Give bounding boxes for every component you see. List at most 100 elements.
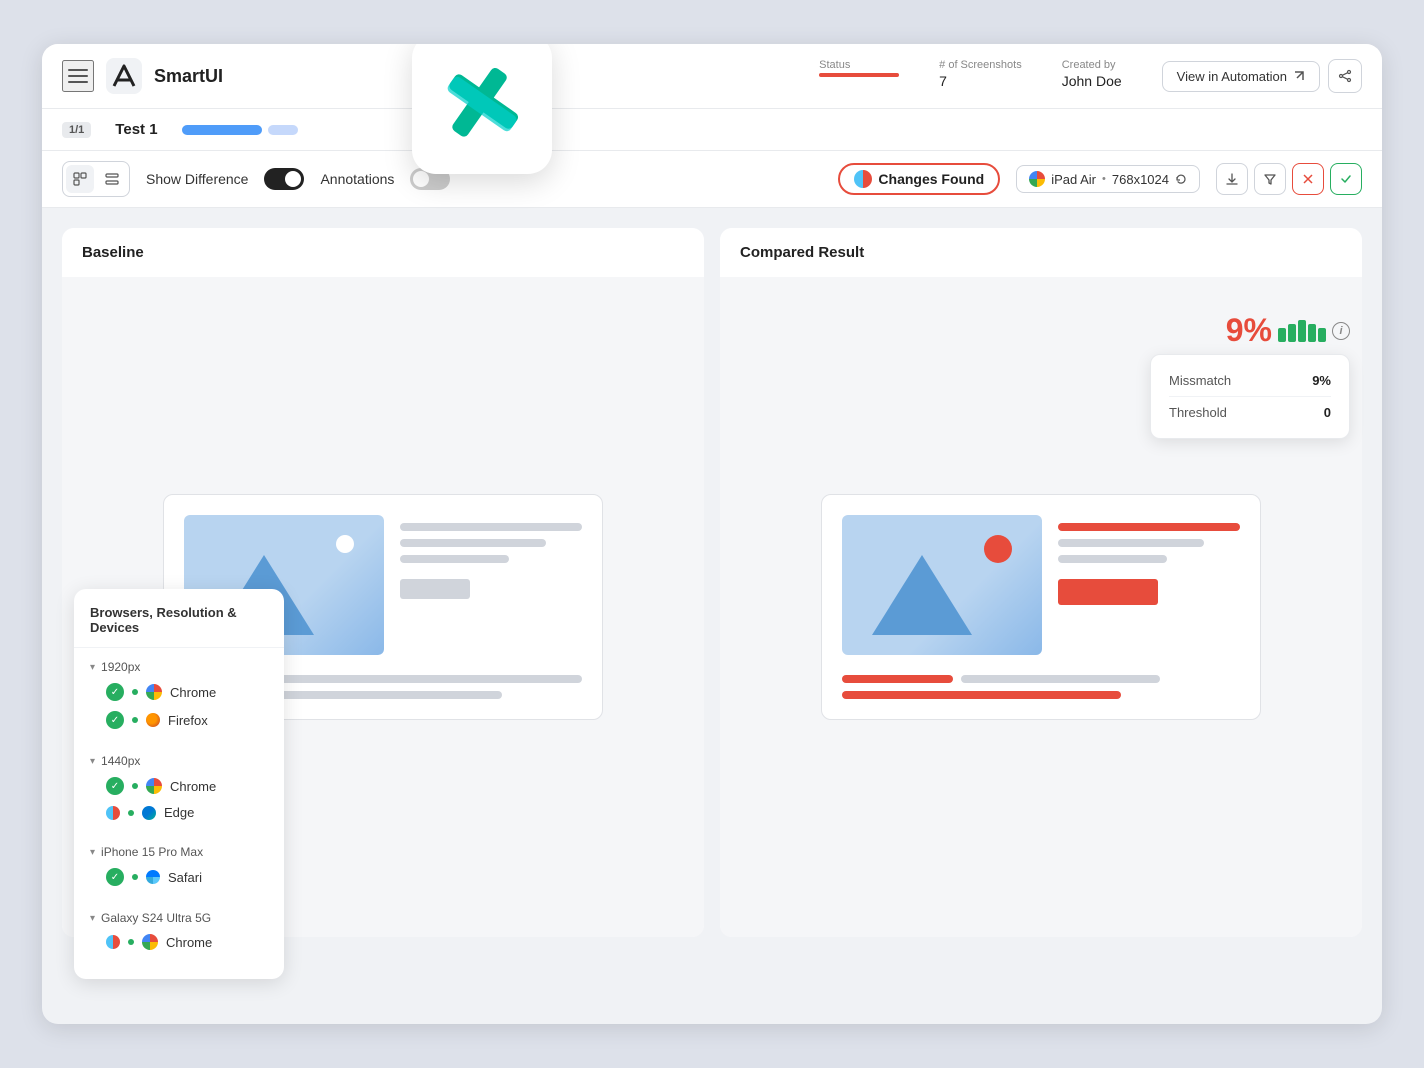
view-automation-label: View in Automation	[1177, 69, 1287, 84]
screenshots-label: # of Screenshots	[939, 59, 1022, 71]
test-badge: 1/1	[62, 122, 91, 138]
download-button[interactable]	[1216, 163, 1248, 195]
progress-bar-primary	[182, 125, 262, 135]
screenshots-count: 7	[939, 73, 1022, 89]
resolution-group-1920: ▾ 1920px ✓ Chrome ✓ Firefox	[74, 648, 284, 742]
chrome-icon	[1029, 171, 1045, 187]
info-icon[interactable]: i	[1332, 322, 1350, 340]
resolution-label-iphone: iPhone 15 Pro Max	[101, 845, 203, 859]
device-label: iPad Air	[1051, 172, 1096, 187]
tooltip-threshold-label: Threshold	[1169, 405, 1227, 420]
header: SmartUI Status # of Screenshots 7 Create…	[42, 44, 1382, 109]
bar-4	[1308, 324, 1316, 342]
bar-3	[1298, 320, 1306, 342]
changes-found-button[interactable]: Changes Found	[838, 163, 1000, 195]
logo-card	[412, 44, 552, 174]
compared-text-lines	[1058, 515, 1240, 605]
resolution-label: 768x1024	[1112, 172, 1169, 187]
external-link-icon	[1293, 70, 1305, 82]
status-meta: Status	[819, 59, 899, 93]
text-line-3	[400, 555, 509, 563]
share-button[interactable]	[1328, 59, 1362, 93]
panel-divider	[704, 228, 720, 937]
compared-bottom-lines	[842, 667, 1240, 699]
browser-name-iphone-safari: Safari	[168, 870, 202, 885]
chrome-browser-icon	[146, 684, 162, 700]
status-dot-mixed-edge	[106, 806, 120, 820]
compared-title: Compared Result	[740, 244, 864, 261]
status-label: Status	[819, 59, 899, 71]
compared-triangle	[872, 555, 972, 635]
resolution-group-galaxy: ▾ Galaxy S24 Ultra 5G Chrome	[74, 899, 284, 963]
compared-bottom-line-1	[961, 675, 1160, 683]
resolution-label-galaxy: Galaxy S24 Ultra 5G	[101, 911, 211, 925]
browser-item-1920-firefox[interactable]: ✓ Firefox	[74, 706, 284, 734]
browser-item-1440-chrome[interactable]: ✓ Chrome	[74, 772, 284, 800]
toolbar-actions	[1216, 163, 1362, 195]
baseline-circle	[336, 535, 354, 553]
created-by-label: Created by	[1062, 59, 1122, 71]
compared-image	[842, 515, 1042, 655]
menu-button[interactable]	[62, 60, 94, 92]
compared-image-area	[842, 515, 1240, 655]
chevron-icon: ▾	[90, 662, 95, 673]
check-icon-1920-firefox: ✓	[106, 711, 124, 729]
accept-button[interactable]	[1330, 163, 1362, 195]
share-icon	[1338, 69, 1352, 83]
device-selector[interactable]: iPad Air • 768x1024	[1016, 165, 1200, 193]
browser-name-1920-chrome: Chrome	[170, 685, 216, 700]
grid-icon	[73, 172, 87, 186]
browsers-dropdown: Browsers, Resolution & Devices ▾ 1920px …	[74, 589, 284, 979]
filter-button[interactable]	[1254, 163, 1286, 195]
browser-item-1440-edge[interactable]: Edge	[74, 800, 284, 825]
mismatch-percentage: 9% i	[1226, 312, 1350, 349]
annotations-label: Annotations	[320, 171, 394, 187]
dropdown-title: Browsers, Resolution & Devices	[74, 605, 284, 648]
chevron-icon-1440: ▾	[90, 756, 95, 767]
compared-circle-red	[984, 535, 1012, 563]
status-dot-iphone-safari	[132, 874, 138, 880]
status-dot-1440-chrome	[132, 783, 138, 789]
safari-icon	[146, 870, 160, 884]
grid-view-button[interactable]	[66, 165, 94, 193]
browser-name-1440-edge: Edge	[164, 805, 194, 820]
browser-item-1920-chrome[interactable]: ✓ Chrome	[74, 678, 284, 706]
check-icon-1440-chrome: ✓	[106, 777, 124, 795]
compared-line-2	[1058, 539, 1204, 547]
close-button[interactable]	[1292, 163, 1324, 195]
compared-line-3	[1058, 555, 1167, 563]
resolution-header-galaxy[interactable]: ▾ Galaxy S24 Ultra 5G	[74, 907, 284, 929]
resolution-header-1440[interactable]: ▾ 1440px	[74, 750, 284, 772]
smartui-logo-large	[437, 59, 527, 149]
show-diff-toggle[interactable]	[264, 168, 304, 190]
changes-found-dot-icon	[854, 170, 872, 188]
baseline-text-lines	[400, 515, 582, 599]
browser-item-iphone-safari[interactable]: ✓ Safari	[74, 863, 284, 891]
resolution-header-iphone[interactable]: ▾ iPhone 15 Pro Max	[74, 841, 284, 863]
text-line-2	[400, 539, 546, 547]
tooltip-threshold-value: 0	[1324, 405, 1331, 420]
resolution-group-iphone: ▾ iPhone 15 Pro Max ✓ Safari	[74, 833, 284, 899]
download-icon	[1225, 172, 1239, 186]
status-dot-galaxy-chrome	[128, 939, 134, 945]
mismatch-bars	[1278, 320, 1326, 342]
text-line-1	[400, 523, 582, 531]
mismatch-value: 9%	[1226, 312, 1272, 349]
progress-bar-secondary	[268, 125, 298, 135]
list-view-button[interactable]	[98, 165, 126, 193]
resolution-label-1440: 1440px	[101, 754, 140, 768]
compared-screenshot	[821, 494, 1261, 720]
chrome-browser-icon-1440	[146, 778, 162, 794]
view-toggle[interactable]	[62, 161, 130, 197]
check-icon-1920-chrome: ✓	[106, 683, 124, 701]
list-icon	[105, 172, 119, 186]
firefox-icon	[146, 713, 160, 727]
diff-line-1	[1058, 523, 1240, 531]
browser-name-galaxy-chrome: Chrome	[166, 935, 212, 950]
bar-2	[1288, 324, 1296, 342]
view-automation-button[interactable]: View in Automation	[1162, 61, 1320, 92]
screenshots-meta: # of Screenshots 7	[939, 59, 1022, 93]
meta-group: Status # of Screenshots 7 Created by Joh…	[819, 59, 1362, 93]
browser-item-galaxy-chrome[interactable]: Chrome	[74, 929, 284, 955]
resolution-header-1920[interactable]: ▾ 1920px	[74, 656, 284, 678]
